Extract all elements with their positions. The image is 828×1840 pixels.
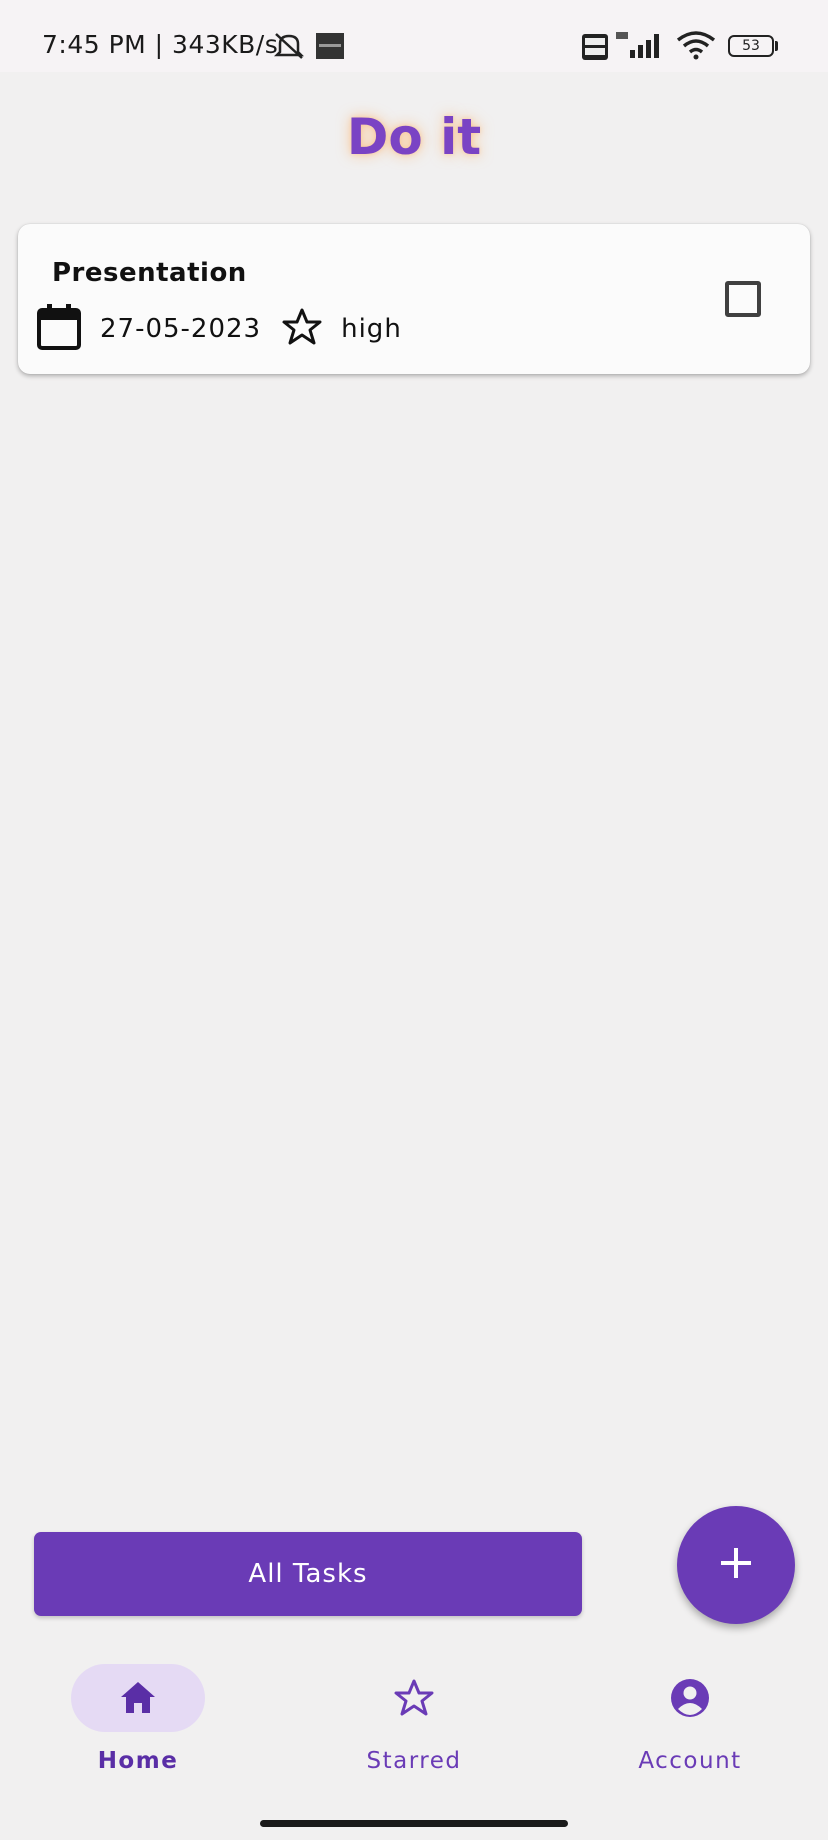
nav-item-home[interactable]: Home (35, 1636, 235, 1786)
task-priority: high (341, 314, 402, 344)
nav-item-starred[interactable]: Starred (311, 1636, 511, 1786)
star-icon (394, 1678, 434, 1718)
all-tasks-button[interactable]: All Tasks (34, 1532, 582, 1616)
bottom-nav: Home Starred Account (0, 1636, 828, 1806)
account-circle-icon (670, 1678, 710, 1718)
task-title: Presentation (52, 258, 247, 288)
task-complete-checkbox[interactable] (725, 281, 761, 317)
wifi-icon (676, 30, 716, 64)
app-notification-icon (316, 33, 344, 63)
all-tasks-label: All Tasks (248, 1559, 368, 1589)
task-meta-row: 27-05-2023 high (36, 304, 402, 354)
nav-label-starred: Starred (366, 1748, 462, 1774)
priority-star-icon (281, 307, 323, 351)
status-time: 7:45 PM | 343KB/s (42, 30, 279, 59)
plus-icon (719, 1546, 753, 1584)
task-date: 27-05-2023 (100, 314, 262, 344)
app-title: Do it (346, 108, 482, 166)
home-indicator[interactable] (260, 1820, 568, 1827)
add-task-button[interactable] (677, 1506, 795, 1624)
status-bar: 7:45 PM | 343KB/s 53 (0, 0, 828, 72)
nav-label-account: Account (638, 1748, 742, 1774)
mute-bell-icon (272, 30, 306, 64)
nav-label-home: Home (97, 1748, 179, 1774)
battery-tip (775, 41, 778, 51)
signal-4g-icon (614, 30, 666, 64)
battery-icon: 53 (728, 35, 774, 57)
calendar-icon (36, 303, 82, 355)
home-icon (118, 1678, 158, 1718)
task-card[interactable]: Presentation 27-05-2023 high (18, 224, 810, 374)
volte-icon (582, 34, 608, 64)
nav-item-account[interactable]: Account (587, 1636, 787, 1786)
